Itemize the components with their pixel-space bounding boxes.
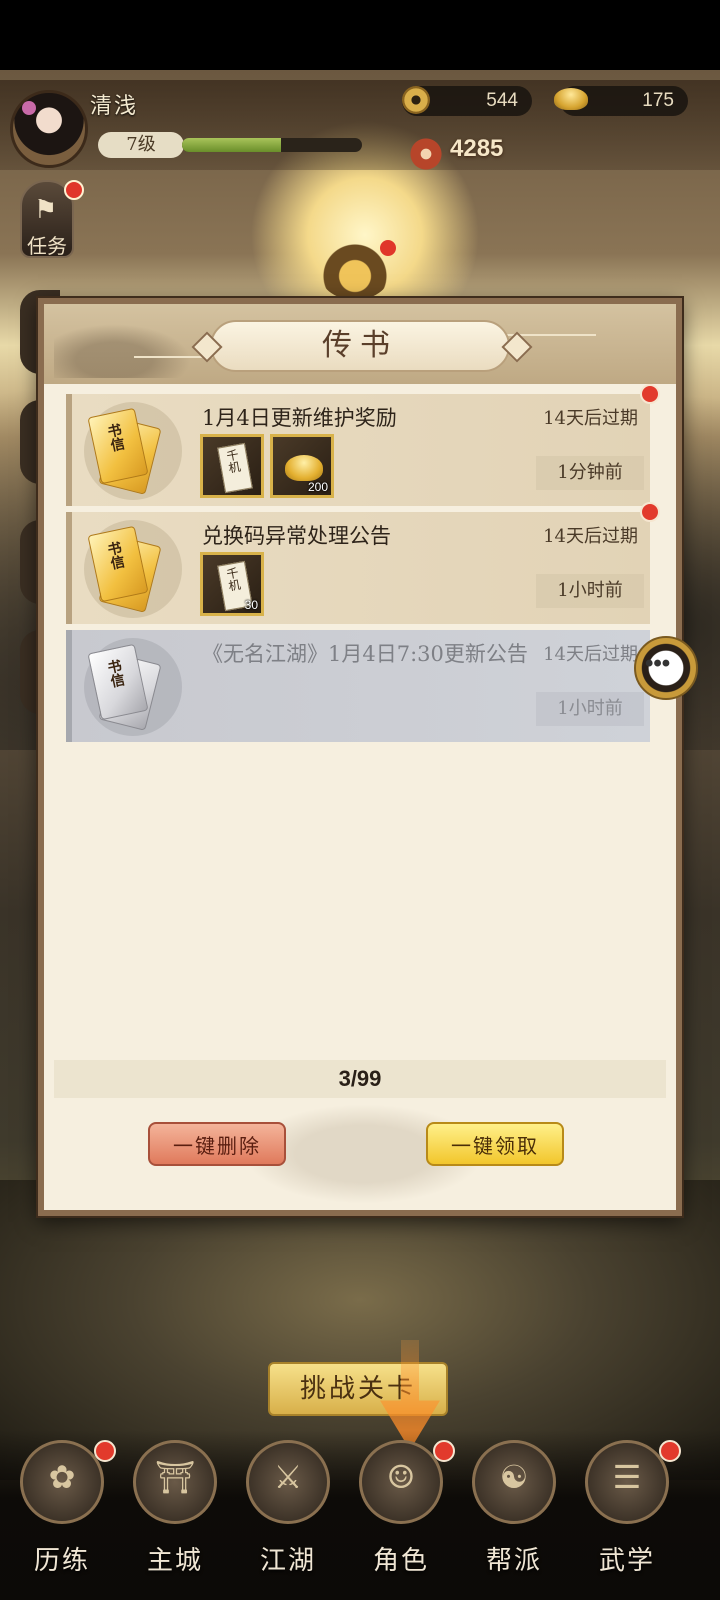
mail-time: 1小时前 (536, 574, 644, 608)
letter-label: 书信 (104, 422, 126, 453)
treasure-notification-dot (380, 240, 396, 256)
nav-notification-dot (433, 1440, 455, 1462)
nav-glyph: ✿ (48, 1458, 76, 1496)
nav-glyph: ☯ (499, 1458, 529, 1496)
chat-icon: ••• (645, 650, 671, 677)
exp-bar (182, 138, 362, 152)
player-avatar[interactable] (10, 90, 88, 168)
nav-glyph: ⚔ (273, 1458, 303, 1496)
mail-panel: 传书 书信 1月4日更新维护奖励 14天后过期 1分钟前 千机 200 书信 兑换码异常处理公… (38, 298, 682, 1216)
panel-title: 传书 (322, 328, 398, 363)
avatar-flower-ornament (22, 101, 36, 115)
unread-dot (640, 502, 660, 522)
gold-ingot-icon (554, 88, 588, 110)
nav-label: 帮派 (485, 1546, 542, 1576)
mail-item[interactable]: 书信 兑换码异常处理公告 14天后过期 1小时前 千机 30 (66, 502, 660, 624)
mail-time: 1分钟前 (536, 456, 644, 490)
claim-all-button[interactable]: 一键领取 (426, 1122, 564, 1166)
ink-mountain-decoration (54, 318, 204, 378)
mail-count: 3/99 (338, 1066, 382, 1091)
mail-title: 兑换码异常处理公告 (202, 524, 391, 548)
combat-power-value: 4285 (450, 135, 504, 162)
mail-expiry: 14天后过期 (543, 644, 638, 665)
nav-item[interactable]: ☯ 帮派 (462, 1440, 562, 1590)
nav-glyph: ☺ (386, 1458, 416, 1496)
nav-label: 主城 (146, 1546, 203, 1576)
mail-title: 《无名江湖》1月4日7:30更新公告 (202, 642, 528, 666)
nav-label: 武学 (598, 1546, 655, 1576)
mail-title: 1月4日更新维护奖励 (202, 406, 397, 430)
nav-notification-dot (94, 1440, 116, 1462)
nav-item[interactable]: ⚔ 江湖 (236, 1440, 336, 1590)
nav-item[interactable]: ⛩ 主城 (123, 1440, 223, 1590)
nav-glyph: ⛩ (154, 1458, 196, 1496)
gold-ingot-icon (285, 455, 323, 481)
nav-item[interactable]: ☰ 武学 (575, 1440, 681, 1590)
status-bar (0, 0, 720, 70)
flag-icon: ⚑ (34, 195, 58, 225)
reward-item-slot[interactable]: 千机 30 (200, 552, 264, 616)
exp-bar-fill (182, 138, 281, 152)
reward-item-slot[interactable]: 200 (270, 434, 334, 498)
mail-expiry: 14天后过期 (543, 408, 638, 429)
nav-item[interactable]: ✿ 历练 (10, 1440, 116, 1590)
nav-label: 江湖 (259, 1546, 316, 1576)
nav-item[interactable]: ☺ 角色 (349, 1440, 455, 1590)
delete-all-button[interactable]: 一键删除 (148, 1122, 286, 1166)
player-level: 7级 (98, 132, 184, 158)
task-notification-dot (64, 180, 84, 200)
task-button-label: 任务 (27, 234, 67, 258)
mail-expiry: 14天后过期 (543, 526, 638, 547)
unread-dot (640, 384, 660, 404)
letter-label: 书信 (104, 540, 126, 571)
reward-item-count: 30 (244, 598, 258, 612)
mail-item[interactable]: 书信 1月4日更新维护奖励 14天后过期 1分钟前 千机 200 (66, 384, 660, 506)
nav-label: 历练 (33, 1546, 90, 1576)
reward-item-count: 200 (307, 480, 328, 494)
reward-item-slot[interactable]: 千机 (200, 434, 264, 498)
nav-label: 角色 (372, 1546, 429, 1576)
copper-coin-icon (402, 86, 430, 114)
letter-label: 书信 (104, 658, 126, 689)
mail-item[interactable]: 书信 《无名江湖》1月4日7:30更新公告 14天后过期 1小时前 (66, 630, 650, 742)
mail-time: 1小时前 (536, 692, 644, 726)
player-name: 清浅 (90, 94, 139, 119)
nav-notification-dot (659, 1440, 681, 1462)
nav-glyph: ☰ (612, 1458, 642, 1496)
combat-power-icon (408, 136, 444, 172)
